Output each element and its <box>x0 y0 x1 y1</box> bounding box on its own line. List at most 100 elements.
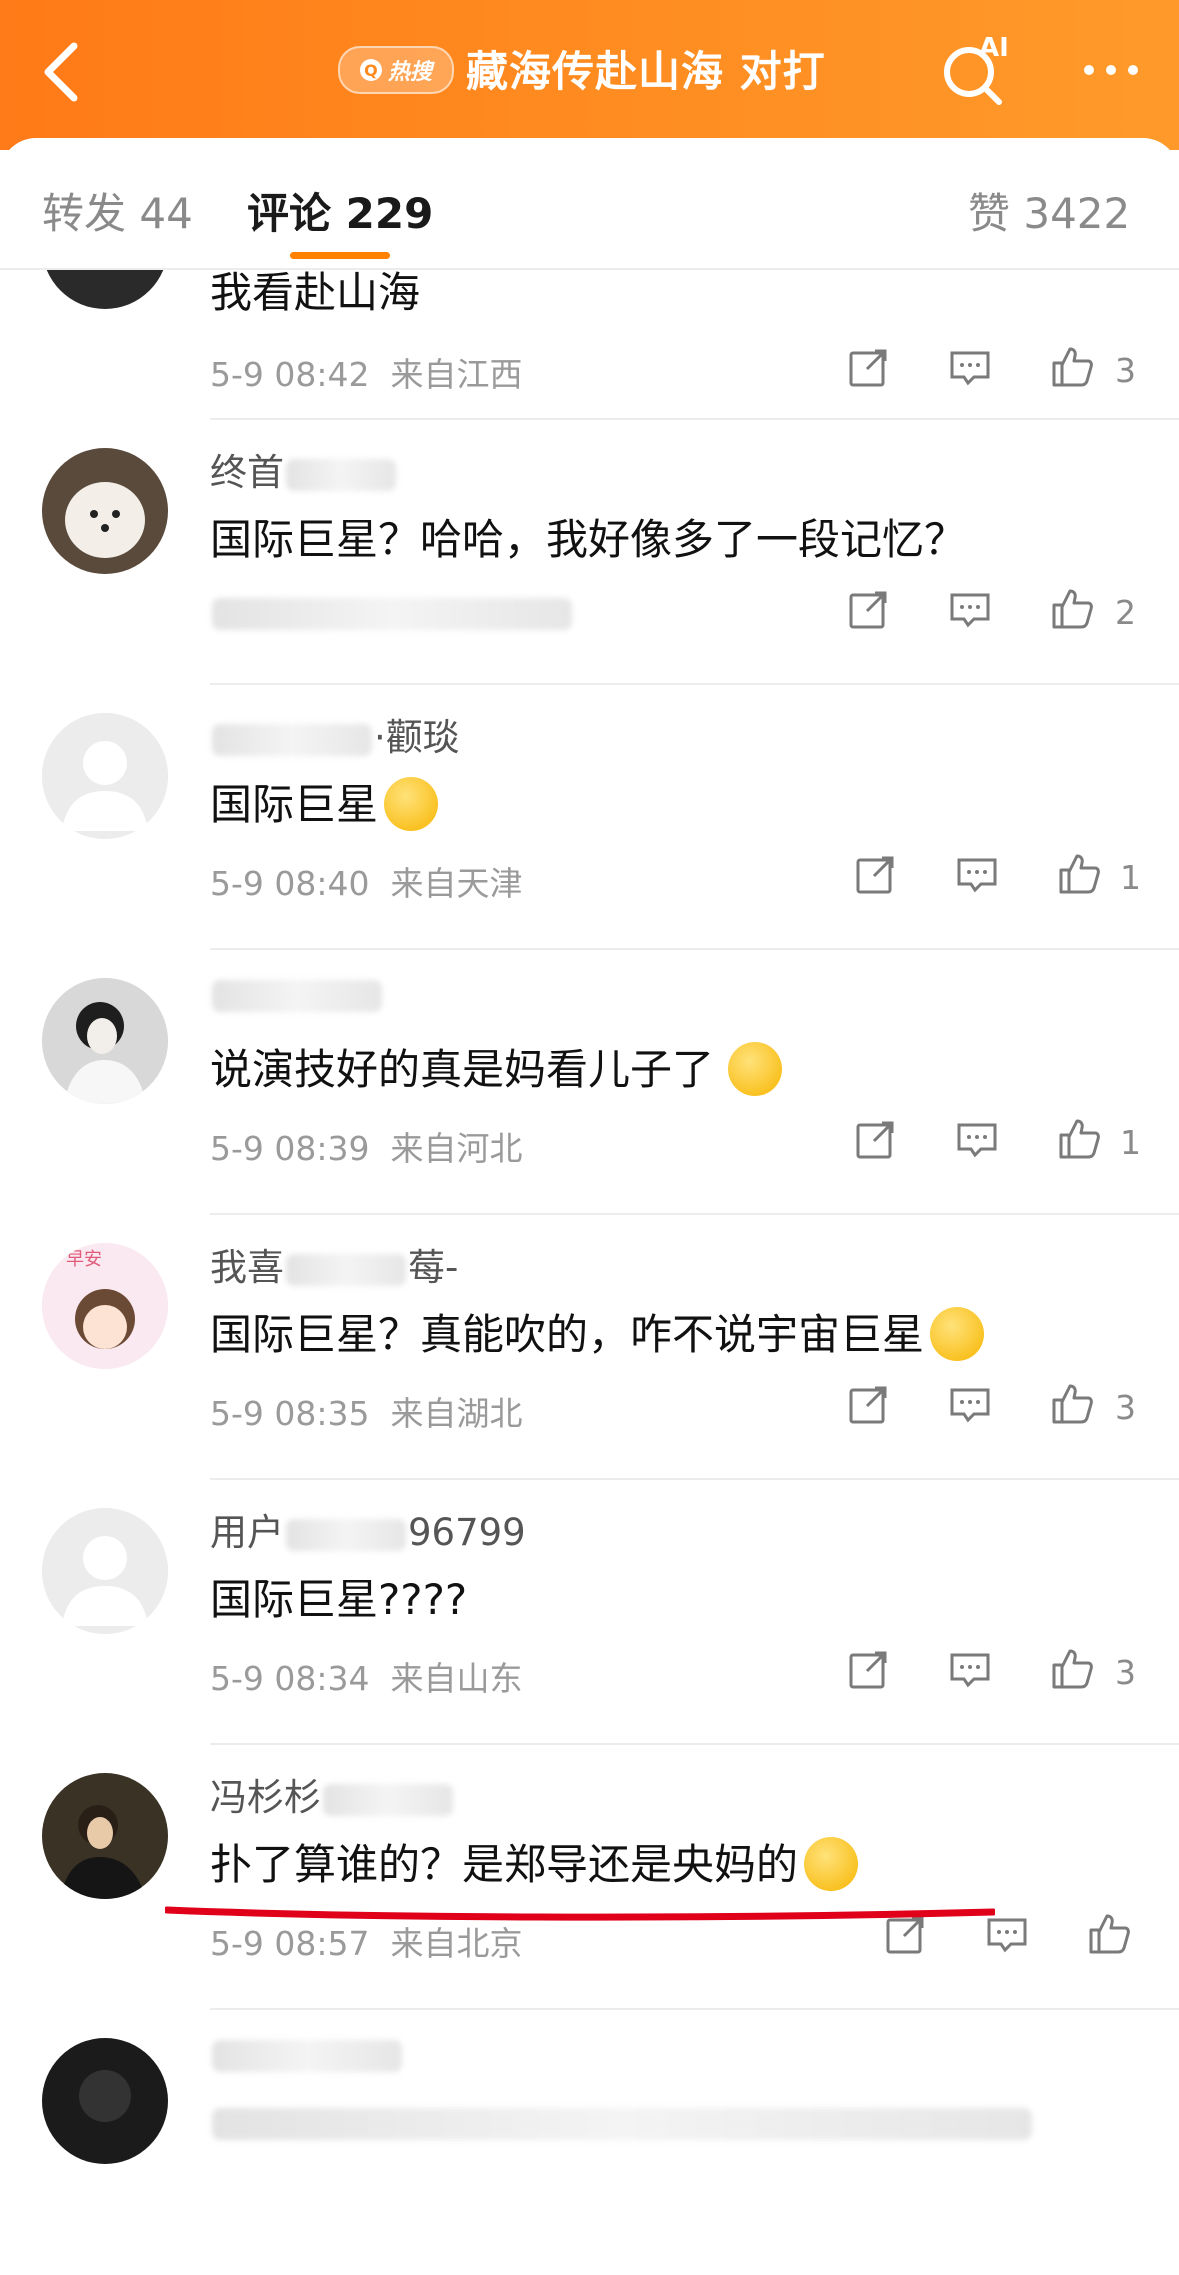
username[interactable]: 我喜 莓- <box>210 1237 458 1291</box>
tab-likes[interactable]: 赞 3422 <box>968 180 1130 241</box>
avatar[interactable] <box>42 2038 168 2164</box>
divider <box>0 268 1179 270</box>
masked-meta <box>212 597 572 630</box>
ai-search-button[interactable]: AI <box>935 28 1015 108</box>
default-avatar-icon <box>42 713 168 839</box>
svg-text:AI: AI <box>979 33 1009 63</box>
like-button[interactable] <box>1048 343 1104 399</box>
share-button[interactable] <box>845 343 901 399</box>
tab-repost[interactable]: 转发 44 <box>42 180 193 241</box>
share-button[interactable] <box>852 850 908 906</box>
masked-name <box>323 1783 453 1816</box>
like-button[interactable] <box>1048 1380 1104 1436</box>
comment-meta: 5-9 08:42 来自江西 <box>210 348 522 396</box>
username[interactable] <box>210 2032 404 2075</box>
masked-name <box>286 458 396 491</box>
thumbs-up-icon <box>1052 589 1093 629</box>
reply-button[interactable] <box>946 343 1002 399</box>
share-button[interactable] <box>852 1115 908 1171</box>
comment-text <box>210 2096 1034 2145</box>
search-icon: Q <box>359 59 382 81</box>
comment-location: 来自河北 <box>390 1129 523 1168</box>
comment-item[interactable]: 冯杉杉 扑了算谁的？是郑导还是央妈的 5-9 08:57 来自北京 <box>0 1745 1179 2010</box>
comment-location: 来自山东 <box>390 1659 523 1698</box>
like-button[interactable] <box>1085 1910 1141 1966</box>
comment-actions: 3 <box>820 343 1150 399</box>
reply-button[interactable] <box>946 585 1002 641</box>
header-bar: Q 热搜 藏海传赴山海 对打 AI <box>0 0 1179 150</box>
comment-actions: 1 <box>820 1115 1150 1171</box>
comment-time: 5-9 08:35 <box>210 1394 370 1433</box>
avatar[interactable] <box>42 1773 168 1899</box>
comment-item[interactable]: 用户 96799 国际巨星???? 5-9 08:34 来自山东 3 <box>0 1480 1179 1745</box>
reply-button[interactable] <box>946 1645 1002 1701</box>
like-button[interactable] <box>1048 585 1104 641</box>
tab-comments[interactable]: 评论 229 <box>247 180 433 241</box>
username[interactable]: ·颧琰 <box>210 707 460 761</box>
username[interactable]: 冯杉杉 <box>210 1767 455 1821</box>
red-annotation-line <box>165 1906 995 1921</box>
thinking-emoji-icon <box>384 776 439 831</box>
share-icon <box>849 1386 887 1424</box>
share-button[interactable] <box>845 1380 901 1436</box>
reply-button[interactable] <box>953 850 1009 906</box>
username[interactable]: 终首 <box>210 442 398 496</box>
comment-text: 国际巨星 <box>210 771 439 835</box>
avatar[interactable] <box>42 1508 168 1634</box>
like-button[interactable] <box>1055 850 1111 906</box>
comment-item[interactable]: 早安 我喜 莓- 国际巨星？真能吹的，咋不说宇宙巨星 5-9 08:35 来自湖北… <box>0 1215 1179 1480</box>
like-button[interactable] <box>1055 1115 1111 1171</box>
comment-time: 5-9 08:40 <box>210 864 370 903</box>
reply-icon <box>957 858 997 893</box>
like-count: 3 <box>1115 351 1136 390</box>
laughing-crying-emoji-icon <box>930 1306 985 1361</box>
reply-icon <box>950 1388 990 1423</box>
comment-meta: 5-9 08:57 来自北京 <box>210 1917 522 1965</box>
comment-actions: 1 <box>820 850 1150 906</box>
comment-item[interactable]: 说演技好的真是妈看儿子了 5-9 08:39 来自河北 1 <box>0 950 1179 1215</box>
reply-button[interactable] <box>946 1380 1002 1436</box>
like-count: 3 <box>1115 1388 1136 1427</box>
active-tab-indicator <box>290 252 390 259</box>
comment-list: 我看赴山海 5-9 08:42 来自江西 3 终首 国际巨星？哈哈，我好像多了一… <box>0 0 1179 2171</box>
username[interactable] <box>210 972 384 1015</box>
avatar[interactable] <box>42 978 168 1104</box>
username[interactable]: 用户 96799 <box>210 1502 526 1556</box>
reply-icon <box>950 351 990 386</box>
avatar[interactable]: 早安 <box>42 1243 168 1369</box>
share-icon <box>849 591 887 629</box>
more-options-button[interactable] <box>1066 40 1156 100</box>
comment-item[interactable] <box>0 2010 1179 2275</box>
like-count: 3 <box>1115 1653 1136 1692</box>
comment-text: 国际巨星？真能吹的，咋不说宇宙巨星 <box>210 1301 985 1365</box>
dot-icon <box>1128 65 1138 75</box>
reply-icon <box>950 593 990 628</box>
avatar[interactable] <box>42 448 168 574</box>
comment-location: 来自天津 <box>390 864 523 903</box>
hot-search-badge[interactable]: Q 热搜 <box>338 46 454 94</box>
like-count: 1 <box>1120 858 1141 897</box>
comment-time: 5-9 08:57 <box>210 1924 370 1963</box>
masked-name <box>212 723 372 756</box>
comment-item[interactable]: ·颧琰 国际巨星 5-9 08:40 来自天津 1 <box>0 685 1179 950</box>
comment-item[interactable]: 终首 国际巨星？哈哈，我好像多了一段记忆？ 2 <box>0 420 1179 685</box>
reply-button[interactable] <box>953 1115 1009 1171</box>
share-icon <box>849 1651 887 1689</box>
share-icon <box>856 856 894 894</box>
masked-name <box>286 1518 406 1551</box>
hug-emoji-icon <box>728 1041 783 1096</box>
back-button[interactable] <box>30 32 100 112</box>
thumbs-up-icon <box>1089 1914 1130 1954</box>
comment-meta: 5-9 08:39 来自河北 <box>210 1122 522 1170</box>
share-icon <box>849 349 887 387</box>
comment-text: 说演技好的真是妈看儿子了 <box>210 1036 783 1100</box>
share-button[interactable] <box>845 585 901 641</box>
thumbs-up-icon <box>1052 1384 1093 1424</box>
masked-text <box>212 2107 1032 2140</box>
avatar[interactable] <box>42 713 168 839</box>
share-button[interactable] <box>845 1645 901 1701</box>
thumbs-up-icon <box>1059 854 1100 894</box>
like-button[interactable] <box>1048 1645 1104 1701</box>
default-avatar-icon <box>42 1508 168 1634</box>
thumbs-up-icon <box>1052 1649 1093 1689</box>
